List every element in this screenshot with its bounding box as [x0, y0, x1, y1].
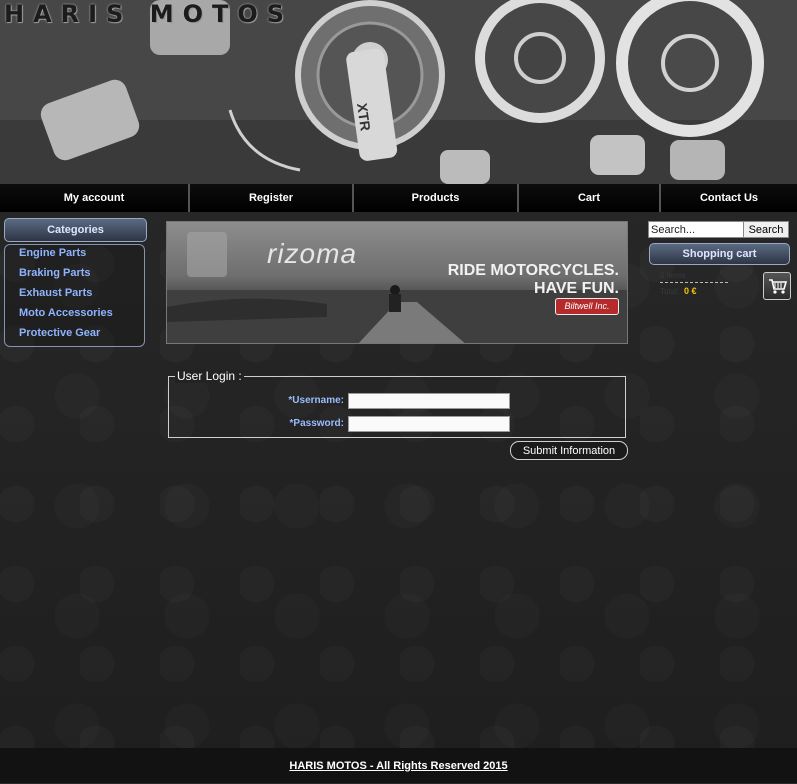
promo-tagline-1: RIDE MOTORCYCLES. — [447, 262, 619, 279]
nav-cart[interactable]: Cart — [519, 184, 661, 212]
nav-my-account[interactable]: My account — [0, 184, 190, 212]
site-logo[interactable]: HARIS MOTOS — [4, 0, 293, 28]
category-braking-parts[interactable]: Braking Parts — [19, 267, 91, 279]
main-nav: My account Register Products Cart Contac… — [0, 184, 797, 212]
promo-badge: Biltwell Inc. — [555, 298, 619, 315]
footer: HARIS MOTOS - All Rights Reserved 2015 — [0, 748, 797, 783]
cart-total-value: 0 € — [684, 286, 697, 296]
shopping-cart-icon[interactable] — [763, 272, 791, 300]
password-label: *Password: — [289, 418, 344, 429]
password-input[interactable] — [348, 416, 510, 432]
cart-total-label: Total: — [660, 287, 680, 296]
cart-divider — [660, 282, 728, 283]
categories-list: Engine Parts Braking Parts Exhaust Parts… — [4, 244, 145, 347]
promo-brand: rizoma — [267, 238, 358, 269]
category-engine-parts[interactable]: Engine Parts — [19, 247, 86, 259]
footer-copyright-link[interactable]: HARIS MOTOS - All Rights Reserved 2015 — [289, 760, 507, 772]
category-moto-accessories[interactable]: Moto Accessories — [19, 307, 113, 319]
nav-products[interactable]: Products — [354, 184, 519, 212]
category-protective-gear[interactable]: Protective Gear — [19, 327, 100, 339]
submit-button[interactable]: Submit Information — [510, 441, 628, 460]
search-button[interactable]: Search — [743, 221, 789, 238]
header-banner: XTR HARIS MOTOS — [0, 0, 797, 184]
promo-tagline-2: HAVE FUN. — [533, 280, 619, 297]
login-legend: User Login : — [175, 369, 244, 383]
categories-title: Categories — [4, 218, 147, 242]
category-exhaust-parts[interactable]: Exhaust Parts — [19, 287, 92, 299]
promo-banner[interactable]: rizoma RIDE MOTORCYCLES. HAVE FUN. Biltw… — [166, 221, 628, 344]
shopping-cart-title: Shopping cart — [649, 243, 790, 265]
username-input[interactable] — [348, 393, 510, 409]
cart-items-count: 0 items — [660, 271, 686, 280]
nav-register[interactable]: Register — [190, 184, 354, 212]
login-form: User Login : *Username: *Password: — [168, 369, 626, 438]
username-label: *Username: — [288, 395, 344, 406]
search-input[interactable] — [648, 221, 745, 238]
nav-contact-us[interactable]: Contact Us — [661, 184, 797, 212]
